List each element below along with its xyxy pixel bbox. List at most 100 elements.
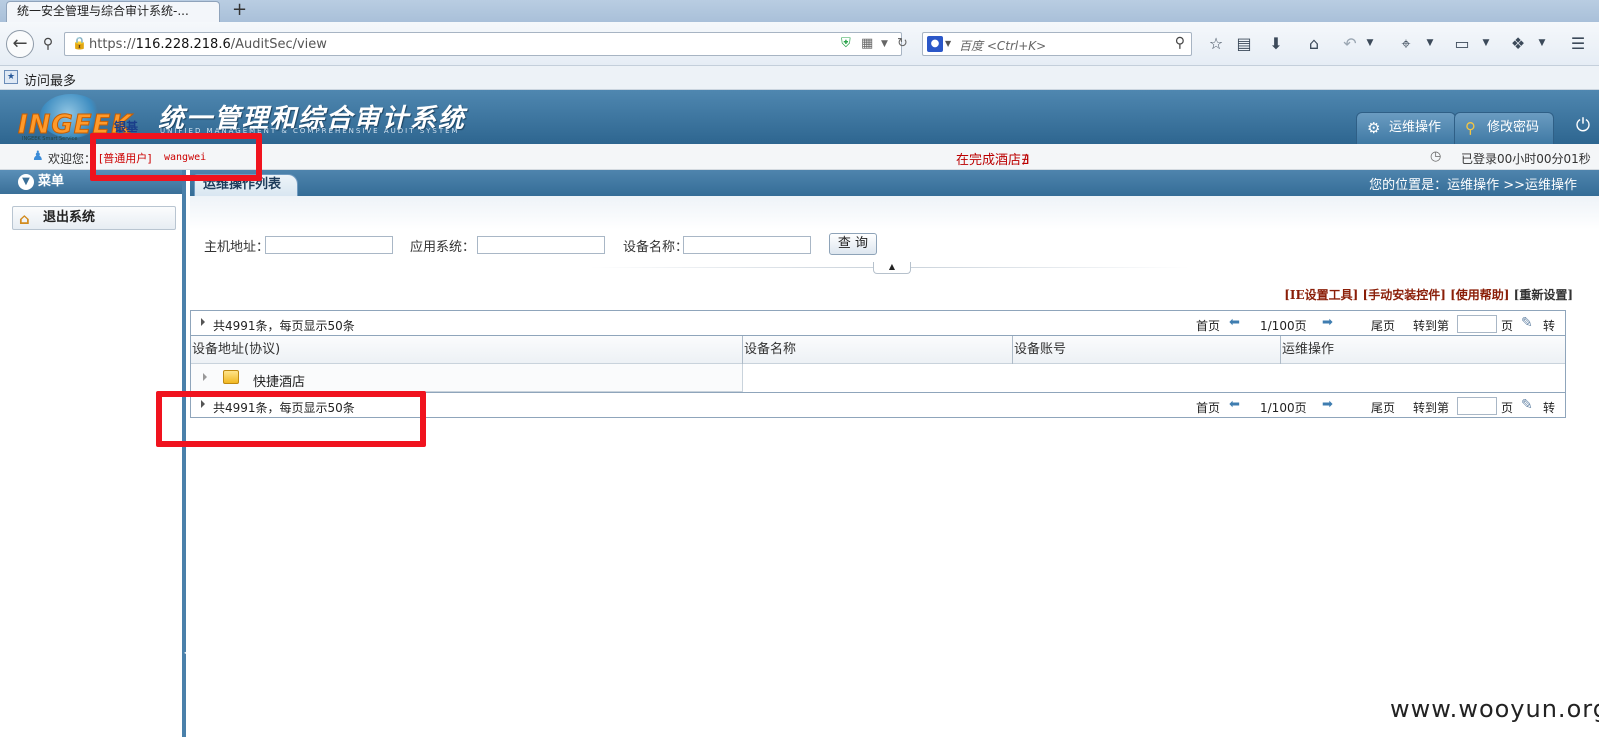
page-indicator: 1/100页	[1260, 401, 1307, 415]
search-box[interactable]: ● ▼ 百度 <Ctrl+K> ⚲	[922, 32, 1192, 56]
device-input[interactable]	[683, 236, 811, 254]
host-input[interactable]	[265, 236, 393, 254]
caret-right-icon	[201, 318, 205, 326]
shield-icon[interactable]: ⛨	[841, 36, 851, 51]
goto-page-input[interactable]	[1457, 397, 1497, 415]
new-tab-button[interactable]: +	[232, 0, 247, 20]
first-page-link[interactable]: 首页	[1196, 399, 1220, 416]
welcome-text: 欢迎您：	[48, 152, 97, 166]
notice-text: 在完成酒店∄	[956, 153, 1030, 168]
page-unit: 页	[1501, 319, 1514, 333]
url-text[interactable]: https://116.228.218.6/AuditSec/view	[89, 37, 327, 52]
session-time: 已登录00小时00分01秒	[1461, 152, 1591, 166]
ie-settings-link[interactable]: [IE设置工具]	[1284, 288, 1358, 302]
app-input[interactable]	[477, 236, 605, 254]
search-placeholder: 百度 <Ctrl+K>	[959, 39, 1047, 53]
search-engine-dropdown-icon[interactable]: ▼	[945, 39, 951, 48]
baidu-paw-icon[interactable]: ●	[927, 36, 943, 52]
logout-label: 退出系统	[43, 210, 96, 225]
menu-icon[interactable]: ☰	[1568, 34, 1588, 53]
breadcrumb: 您的位置是：运维操作 >>运维操作	[1369, 178, 1577, 193]
column-header-ops[interactable]: 运维操作	[1281, 336, 1565, 364]
column-header-account[interactable]: 设备账号	[1013, 336, 1281, 364]
chevron-down-icon: ▼	[18, 174, 34, 190]
search-icon[interactable]: ⚲	[1175, 35, 1185, 51]
home-icon[interactable]: ⌂	[1304, 34, 1324, 53]
device-dropdown-icon[interactable]: ▼	[1476, 38, 1496, 48]
extension-dropdown-icon[interactable]: ▼	[1532, 38, 1552, 48]
go-button[interactable]: 转	[1543, 317, 1555, 334]
key-icon[interactable]: ⚲	[38, 30, 58, 58]
watermark: www.wooyun.org	[1390, 695, 1599, 723]
change-password-tab[interactable]: ⚲ 修改密码	[1454, 112, 1554, 144]
tool-links: [IE设置工具] [手动安装控件] [使用帮助] [重新设置]	[1284, 286, 1573, 303]
host-label: 主机地址：	[204, 240, 270, 255]
go-icon[interactable]: ✎	[1521, 315, 1533, 331]
bookmarks-bar: ★ 访问最多	[0, 66, 1599, 90]
last-page-link[interactable]: 尾页	[1371, 317, 1395, 334]
folder-icon	[223, 370, 239, 384]
back-button[interactable]: ←	[6, 30, 34, 58]
crop-icon[interactable]: ⌖	[1396, 34, 1416, 54]
undo-dropdown-icon[interactable]: ▼	[1360, 38, 1380, 48]
bookmark-star-icon[interactable]: ☆	[1206, 34, 1226, 53]
browser-tabbar: 统一安全管理与综合审计系统-... +	[0, 0, 1599, 22]
power-icon[interactable]: ⏻	[1570, 112, 1596, 142]
goto-label: 转到第	[1413, 319, 1450, 333]
undo-icon[interactable]: ↶	[1340, 34, 1360, 53]
gear-icon: ⚙	[1367, 119, 1381, 137]
ops-tab[interactable]: ⚙ 运维操作	[1356, 112, 1456, 144]
url-bar[interactable]: 🔒 https://116.228.218.6/AuditSec/view ⛨ …	[64, 32, 908, 56]
change-password-label: 修改密码	[1487, 120, 1540, 135]
key-icon: ⚲	[1465, 119, 1476, 137]
reset-link[interactable]: [重新设置]	[1514, 288, 1573, 302]
download-icon[interactable]: ⬇	[1266, 34, 1286, 53]
next-page-icon[interactable]: ➡	[1322, 315, 1333, 330]
most-visited-icon: ★	[4, 70, 18, 84]
annotation-box-user	[90, 133, 262, 181]
logout-button[interactable]: ⌂ 退出系统	[12, 206, 176, 230]
ops-tab-label: 运维操作	[1389, 120, 1442, 135]
logo-sub: INGEEK Smart Service	[22, 136, 78, 142]
go-icon[interactable]: ✎	[1521, 397, 1533, 413]
dropdown-icon[interactable]: ▼	[881, 39, 888, 49]
reload-icon[interactable]: ↻	[897, 36, 908, 51]
column-header-address[interactable]: 设备地址(协议)	[191, 336, 743, 364]
user-icon: ♟	[32, 149, 44, 164]
query-button[interactable]: 查 询	[829, 233, 877, 255]
extension-icon[interactable]: ❖	[1508, 34, 1528, 53]
grid-header: 设备地址(协议) 设备名称 设备账号 运维操作	[191, 336, 1565, 364]
main-panel: 运维操作列表 您的位置是：运维操作 >>运维操作 主机地址： 应用系统： 设备名…	[190, 170, 1599, 737]
expand-icon[interactable]	[203, 373, 207, 381]
lock-icon: 🔒	[72, 36, 87, 50]
table-row[interactable]: 快捷酒店	[191, 364, 1565, 392]
page-unit: 页	[1501, 401, 1514, 415]
most-visited-bookmark[interactable]: 访问最多	[24, 70, 76, 89]
next-page-icon[interactable]: ➡	[1322, 397, 1333, 412]
bookmarks-list-icon[interactable]: ▤	[1234, 34, 1254, 53]
collapse-query-button[interactable]: ▲	[873, 262, 911, 274]
goto-page-input[interactable]	[1457, 315, 1497, 333]
home-icon: ⌂	[19, 210, 30, 228]
go-button[interactable]: 转	[1543, 399, 1555, 416]
data-grid: 设备地址(协议) 设备名称 设备账号 运维操作 快捷酒店	[190, 336, 1566, 392]
annotation-box-count	[156, 391, 426, 447]
qrcode-icon[interactable]: ▦	[861, 36, 873, 51]
sidebar: ▼ 菜单 ⌂ 退出系统 ◀	[0, 170, 190, 737]
page-indicator: 1/100页	[1260, 319, 1307, 333]
goto-label: 转到第	[1413, 401, 1450, 415]
browser-tab[interactable]: 统一安全管理与综合审计系统-...	[6, 1, 220, 22]
install-control-link[interactable]: [手动安装控件]	[1363, 288, 1446, 302]
back-arrow-icon: ←	[12, 33, 28, 54]
column-header-device[interactable]: 设备名称	[743, 336, 1013, 364]
url-path: /AuditSec/view	[230, 37, 327, 52]
help-link[interactable]: [使用帮助]	[1450, 288, 1509, 302]
device-icon[interactable]: ▭	[1452, 34, 1472, 53]
pager-top: 共4991条，每页显示50条 首页 ⬅ 1/100页 ➡ 尾页 转到第 页 ✎ …	[190, 310, 1566, 336]
crop-dropdown-icon[interactable]: ▼	[1420, 38, 1440, 48]
last-page-link[interactable]: 尾页	[1371, 399, 1395, 416]
tree-node[interactable]: 快捷酒店	[191, 364, 743, 392]
prev-page-icon[interactable]: ⬅	[1229, 315, 1240, 330]
first-page-link[interactable]: 首页	[1196, 317, 1220, 334]
prev-page-icon[interactable]: ⬅	[1229, 397, 1240, 412]
